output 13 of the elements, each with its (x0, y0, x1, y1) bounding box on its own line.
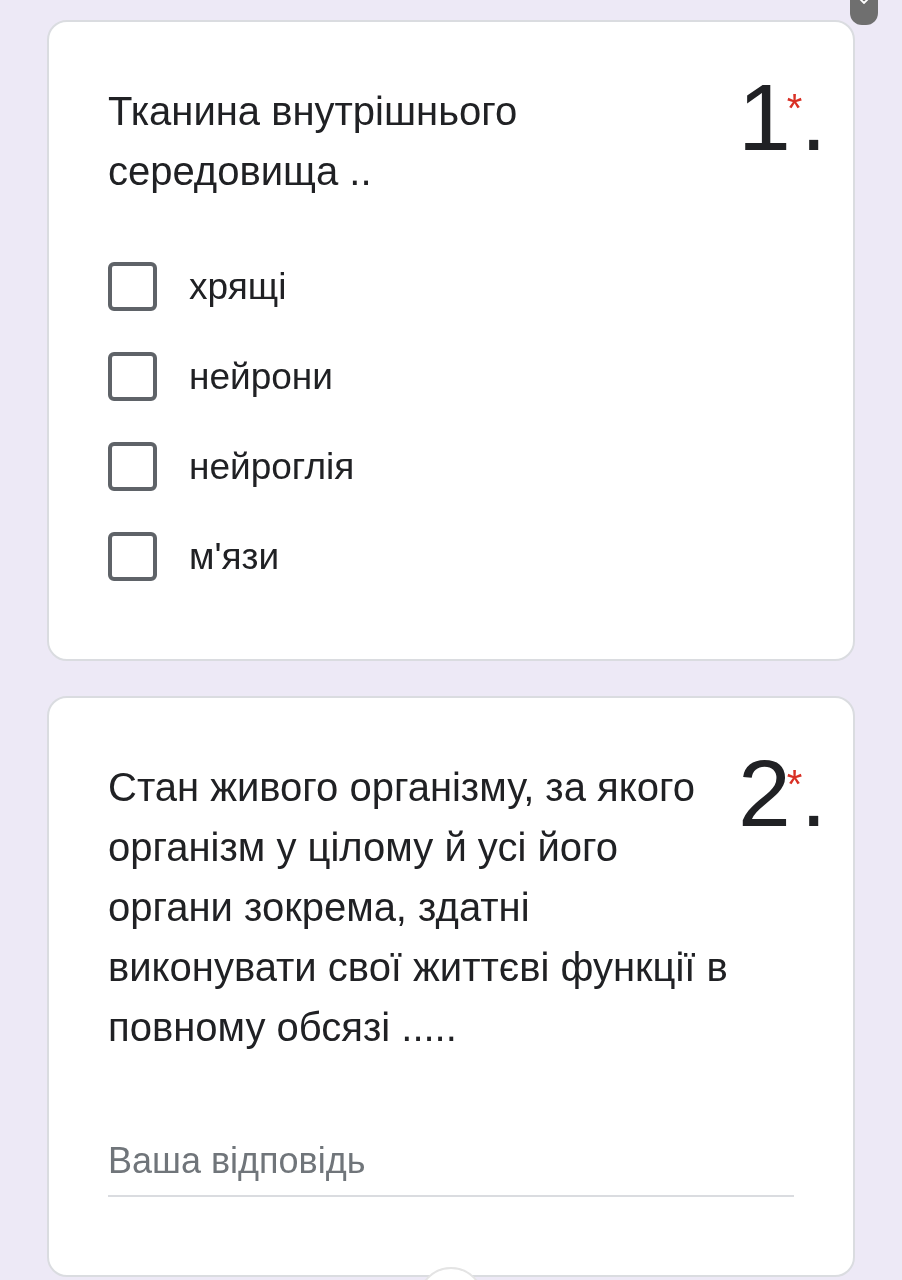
checkbox[interactable] (108, 532, 157, 581)
option-label: хрящі (189, 265, 287, 309)
option-label: м'язи (189, 535, 280, 579)
answer-field[interactable]: Ваша відповідь (108, 1129, 794, 1197)
checkbox[interactable] (108, 442, 157, 491)
question-number: 1$^{*}$. (738, 70, 827, 165)
checkbox[interactable] (108, 262, 157, 311)
option-label: нейроглія (189, 445, 355, 489)
checkbox[interactable] (108, 352, 157, 401)
option-label: нейрони (189, 355, 333, 399)
question-text: Тканина внутрішнього середовища .. (108, 88, 519, 195)
question-text: Стан живого організму, за якого організм у цілому й усі його органи зокрема, здатні виконувати свої життєві функції в повному обсязі ..... (108, 764, 729, 1051)
question-number: 2$^{*}$. (738, 746, 827, 841)
